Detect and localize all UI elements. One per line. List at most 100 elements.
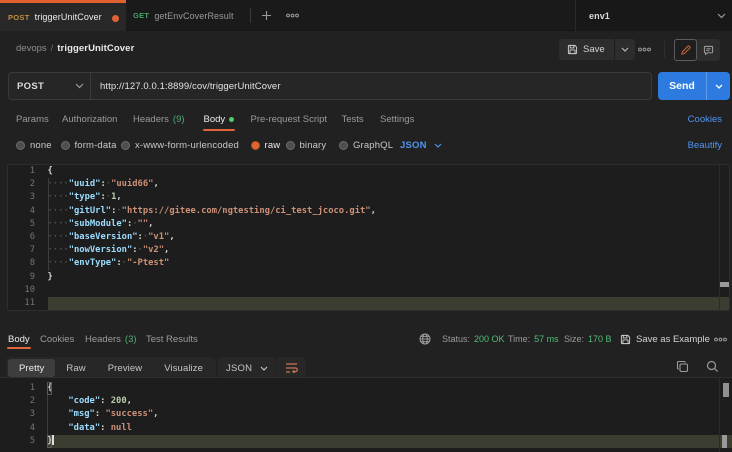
response-view-raw[interactable]: Raw <box>55 359 96 377</box>
time-label: Time: <box>508 334 530 344</box>
response-view-preview[interactable]: Preview <box>97 359 154 377</box>
beautify-link[interactable]: Beautify <box>688 132 722 158</box>
body-type-radio-none[interactable]: none <box>16 132 52 158</box>
tab-label: Authorization <box>62 114 117 125</box>
right-panel-toggle-group <box>674 39 720 61</box>
send-options-button[interactable] <box>707 72 730 100</box>
line-number: 2 <box>8 178 35 191</box>
line-number: 1 <box>8 165 35 178</box>
request-tab-getEnvCoverResult[interactable]: GET getEnvCoverResult <box>126 0 236 31</box>
editor-line: 5 ····"subModule":·"", <box>8 218 729 231</box>
request-tab-headers[interactable]: Headers(9) <box>133 106 185 132</box>
send-button[interactable]: Send <box>658 72 706 100</box>
request-tab-triggerUnitCover[interactable]: POST triggerUnitCover <box>0 0 126 31</box>
method-selector[interactable]: POST <box>9 73 90 99</box>
save-as-example-button[interactable]: Save as Example <box>620 326 710 352</box>
size-label: Size: <box>564 334 584 344</box>
body-type-radio-binary[interactable]: binary <box>286 132 327 158</box>
radio-label: none <box>30 140 52 151</box>
network-info-icon[interactable] <box>419 333 431 345</box>
save-button[interactable]: Save <box>559 39 614 60</box>
tab-label: Pre-request Script <box>251 114 328 125</box>
toolbar-divider <box>664 41 665 58</box>
response-language-selector[interactable]: JSON <box>218 357 276 379</box>
comment-icon <box>703 45 714 56</box>
pencil-icon <box>680 45 691 56</box>
body-type-radio-raw[interactable]: raw <box>251 132 281 158</box>
body-language-selector[interactable]: JSON <box>400 132 442 158</box>
new-tab-button[interactable] <box>258 0 274 31</box>
response-options-button[interactable] <box>714 326 727 352</box>
response-time: Time: 57 ms <box>508 326 559 352</box>
line-code: ····"type":·1, <box>48 191 122 204</box>
url-input[interactable]: http://127.0.0.1:8899/cov/triggerUnitCov… <box>100 81 281 92</box>
save-button-group: Save <box>559 39 635 60</box>
documentation-button[interactable] <box>674 39 697 61</box>
request-tab-params[interactable]: Params <box>16 106 49 132</box>
body-type-radio-form-data[interactable]: form-data <box>61 132 117 158</box>
line-number: 9 <box>8 271 35 284</box>
response-view-pretty[interactable]: Pretty <box>8 359 55 377</box>
radio-icon <box>286 141 295 150</box>
line-number: 11 <box>8 297 35 310</box>
request-tab-pre-request-script[interactable]: Pre-request Script <box>251 106 328 132</box>
response-tabs-row: BodyCookiesHeaders(3)Test Results Status… <box>0 326 732 352</box>
save-options-button[interactable] <box>615 39 635 60</box>
wrap-line-button[interactable] <box>277 357 306 379</box>
request-tab-authorization[interactable]: Authorization <box>62 106 117 132</box>
chevron-down-icon <box>621 47 629 52</box>
response-view-visualize[interactable]: Visualize <box>153 359 214 377</box>
response-body-editor[interactable]: 1{2 "code": 200,3 "msg": "success",4 "da… <box>0 377 732 452</box>
method-label: POST <box>17 81 44 92</box>
breadcrumb-collection[interactable]: devops <box>16 43 47 54</box>
overview-ruler-mark <box>722 435 727 448</box>
save-button-label: Save <box>583 44 605 55</box>
line-code: "code": 200, <box>47 395 132 408</box>
request-tab-tests[interactable]: Tests <box>342 106 364 132</box>
environment-selector[interactable]: env1 <box>576 0 732 31</box>
request-tab-body[interactable]: Body <box>204 106 235 132</box>
line-code: { <box>47 382 52 395</box>
three-dots-icon <box>638 47 651 52</box>
line-code: "data": null <box>47 422 132 435</box>
line-code: ····"baseVersion":·"v1", <box>48 231 175 244</box>
response-size: Size: 170 B <box>564 326 612 352</box>
save-icon <box>620 334 631 345</box>
line-number: 10 <box>8 284 35 297</box>
response-status: Status: 200 OK <box>442 326 505 352</box>
copy-response-button[interactable] <box>676 360 689 373</box>
editor-line: 3 "msg": "success", <box>0 408 732 421</box>
chevron-down-icon <box>75 83 84 89</box>
url-bar: POST http://127.0.0.1:8899/cov/triggerUn… <box>8 72 652 100</box>
scrollbar-thumb[interactable] <box>723 383 729 397</box>
editor-line: 6····"baseVersion":·"v1", <box>8 231 729 244</box>
request-options-button[interactable] <box>635 39 653 60</box>
cookies-link[interactable]: Cookies <box>688 106 722 132</box>
tab-divider <box>250 8 251 23</box>
search-response-button[interactable] <box>706 360 719 373</box>
radio-icon <box>339 141 348 150</box>
postman-app: POST triggerUnitCover GET getEnvCoverRes… <box>0 0 732 452</box>
wrap-line-icon <box>285 362 298 374</box>
plus-icon <box>261 10 272 21</box>
body-type-radio-x-www-form-urlencoded[interactable]: x-www-form-urlencoded <box>121 132 239 158</box>
line-number: 5 <box>8 218 35 231</box>
line-code: } <box>48 271 53 284</box>
body-type-row: none form-datax-www-form-urlencoded rawbin… <box>0 132 732 158</box>
tab-options-button[interactable] <box>284 0 300 31</box>
radio-icon <box>251 141 260 150</box>
tab-title: getEnvCoverResult <box>154 11 233 21</box>
comments-button[interactable] <box>697 39 720 61</box>
radio-label: raw <box>265 140 281 151</box>
body-type-radio-GraphQL[interactable]: GraphQL <box>339 132 393 158</box>
request-body-editor[interactable]: 1{2····"uuid":·"uuid66",3····"type":·1,4… <box>7 164 730 311</box>
status-value: 200 OK <box>474 334 505 344</box>
request-tab-settings[interactable]: Settings <box>380 106 414 132</box>
line-code: ····"subModule":·"", <box>48 218 154 231</box>
request-tabs-row: Params Authorization Headers(9) Body Pre-req… <box>0 106 732 132</box>
send-button-group: Send <box>658 72 730 100</box>
tab-label: Body <box>204 114 226 125</box>
breadcrumb-request-name[interactable]: triggerUnitCover <box>57 43 134 54</box>
radio-icon <box>61 141 70 150</box>
line-number: 4 <box>0 422 35 435</box>
